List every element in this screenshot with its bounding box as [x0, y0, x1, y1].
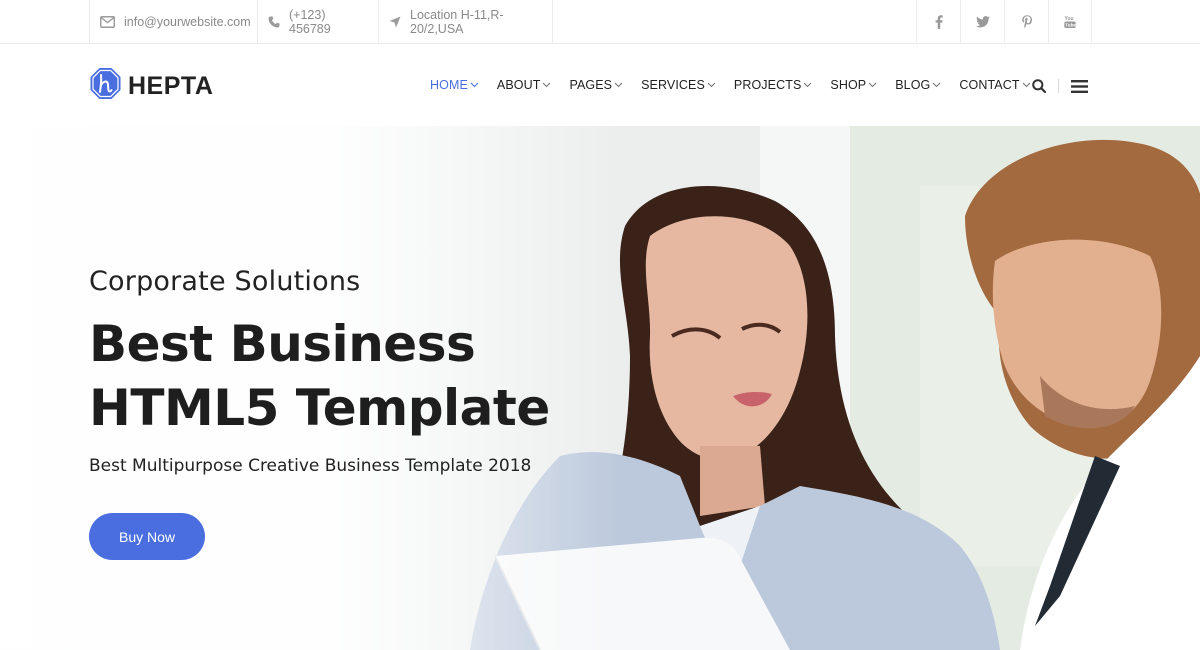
hero-description: Best Multipurpose Creative Business Temp… — [89, 456, 532, 476]
nav-item-about[interactable]: ABOUT — [497, 78, 552, 92]
youtube-icon[interactable]: You Tube — [1048, 0, 1092, 44]
phone-text: (+123) 456789 — [289, 8, 331, 36]
chevron-down-icon — [804, 82, 812, 88]
nav-label: HOME — [430, 78, 468, 92]
hepta-logo-icon — [89, 67, 122, 105]
hero-title-line-1: Best Business — [89, 315, 476, 373]
nav-item-services[interactable]: SERVICES — [641, 78, 716, 92]
nav-label: SERVICES — [641, 78, 705, 92]
hero-subtitle: Corporate Solutions — [89, 266, 361, 297]
phone-contact[interactable]: (+123) 456789 — [257, 0, 378, 44]
nav-item-home[interactable]: HOME — [430, 78, 479, 92]
search-icon[interactable] — [1032, 79, 1047, 98]
nav-label: SHOP — [830, 78, 867, 92]
main-header: HEPTA HOME ABOUT PAGES SERVICES PROJECTS… — [0, 45, 1200, 126]
phone-icon — [268, 16, 280, 28]
chevron-down-icon — [470, 82, 479, 88]
nav-label: PAGES — [569, 78, 613, 92]
svg-text:Tube: Tube — [1065, 23, 1076, 28]
hamburger-menu-icon[interactable] — [1071, 80, 1088, 98]
chevron-down-icon — [614, 82, 623, 88]
nav-item-blog[interactable]: BLOG — [895, 78, 941, 92]
svg-text:You: You — [1065, 16, 1074, 22]
chevron-down-icon — [1022, 82, 1030, 88]
location-text: Location H-11,R-20/2,USA — [410, 8, 504, 36]
pinterest-icon[interactable] — [1004, 0, 1048, 44]
nav-label: CONTACT — [959, 78, 1020, 92]
facebook-icon[interactable] — [916, 0, 960, 44]
nav-item-pages[interactable]: PAGES — [569, 78, 623, 92]
nav-item-contact[interactable]: CONTACT — [959, 78, 1030, 92]
site-logo[interactable]: HEPTA — [89, 67, 213, 105]
nav-label: BLOG — [895, 78, 931, 92]
email-contact[interactable]: info@yourwebsite.com — [89, 0, 257, 44]
email-text: info@yourwebsite.com — [124, 15, 251, 29]
hero-section: Corporate Solutions Best Business HTML5 … — [0, 126, 1200, 650]
twitter-icon[interactable] — [960, 0, 1004, 44]
hero-title-line-2: HTML5 Template — [89, 379, 550, 437]
hero-title: Best Business HTML5 Template — [89, 312, 609, 440]
top-info-bar: info@yourwebsite.com (+123) 456789 Locat… — [0, 0, 1200, 44]
nav-item-shop[interactable]: SHOP — [830, 78, 877, 92]
main-nav: HOME ABOUT PAGES SERVICES PROJECTS SHOP … — [430, 78, 1049, 92]
buy-now-button[interactable]: Buy Now — [89, 513, 205, 560]
chevron-down-icon — [932, 82, 941, 88]
envelope-icon — [100, 16, 115, 28]
location-arrow-icon — [389, 16, 401, 28]
nav-item-projects[interactable]: PROJECTS — [734, 78, 812, 92]
nav-label: PROJECTS — [733, 78, 802, 92]
chevron-down-icon — [707, 82, 716, 88]
chevron-down-icon — [868, 82, 877, 88]
location-contact: Location H-11,R-20/2,USA — [378, 0, 553, 44]
logo-text: HEPTA — [128, 71, 214, 100]
chevron-down-icon — [543, 82, 551, 88]
header-divider — [1058, 79, 1059, 93]
nav-label: ABOUT — [496, 78, 541, 92]
